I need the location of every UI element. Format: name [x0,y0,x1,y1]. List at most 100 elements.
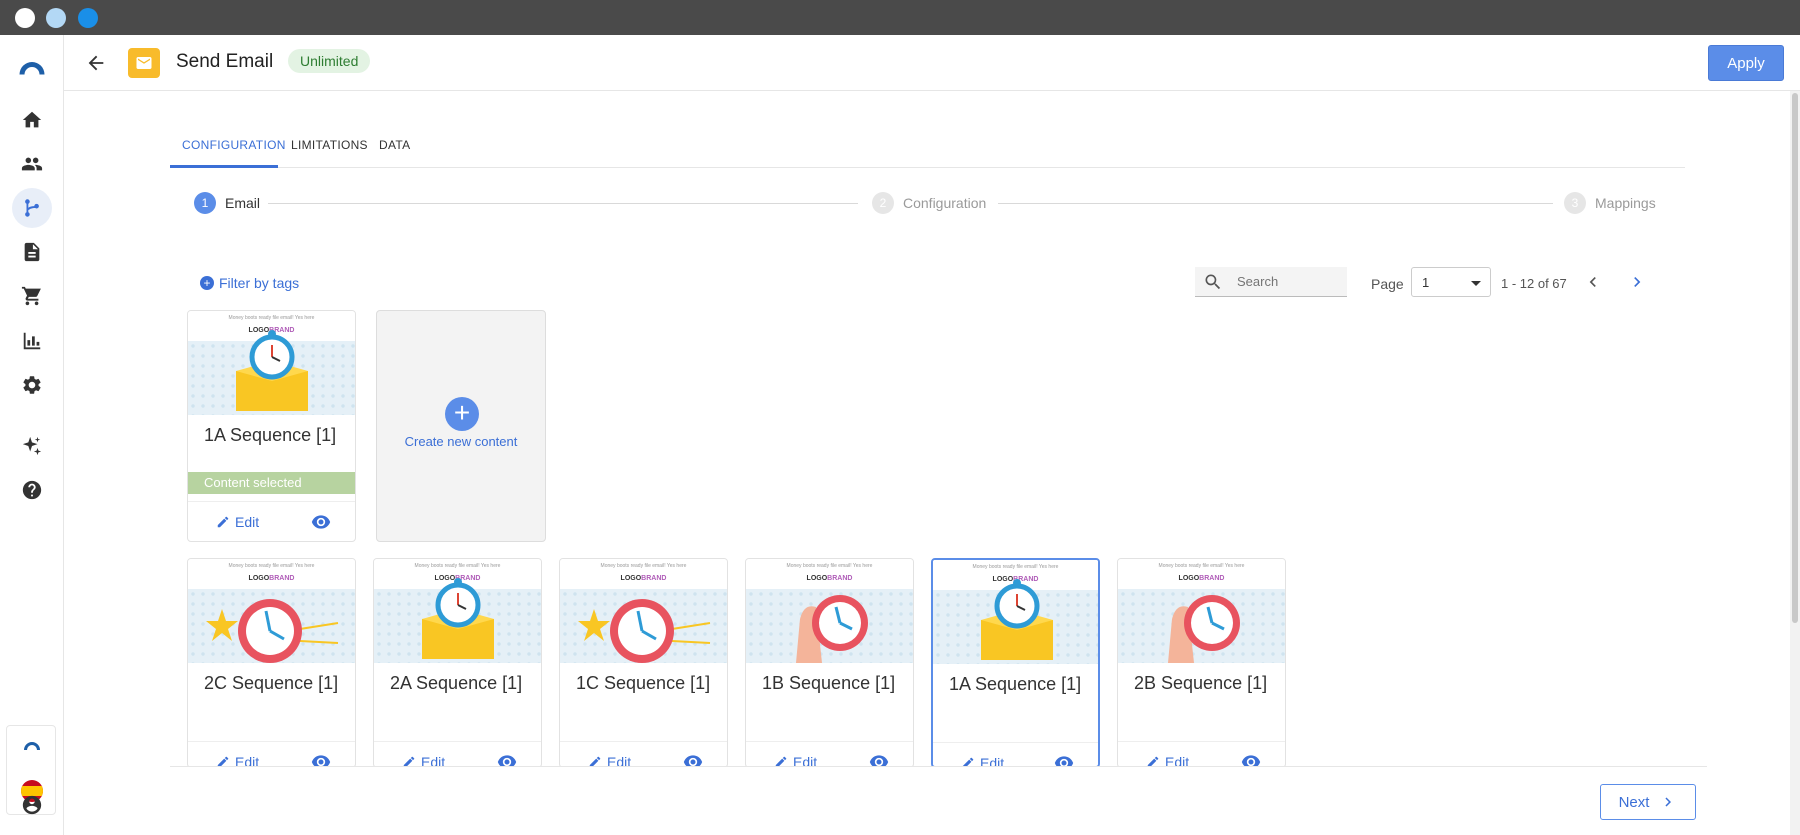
window-titlebar [0,0,1800,35]
apply-button[interactable]: Apply [1708,45,1784,81]
window-close-dot[interactable] [15,8,35,28]
email-thumbnail: Money boots ready file email! Yes here LO… [933,560,1098,664]
vertical-scrollbar[interactable] [1790,91,1800,835]
pencil-icon [217,516,229,528]
clock-box-illustration-icon [374,559,542,663]
step-label: Email [225,195,261,211]
content-card[interactable]: Money boots ready file email! Yes here LO… [559,558,728,768]
content-card[interactable]: Money boots ready file email! Yes here LO… [187,558,356,768]
email-icon [128,48,160,78]
card-actions: Edit [1118,741,1285,767]
status-badge: Unlimited [288,49,371,73]
filter-by-tags-button[interactable]: + Filter by tags [200,275,299,291]
card-title: 1A Sequence [1] [949,674,1082,694]
next-button[interactable]: Next [1600,784,1696,820]
search-icon [1205,274,1221,289]
email-thumbnail: Money boots ready file email! Yes here LO… [1118,559,1285,663]
next-label: Next [1618,793,1650,811]
card-actions: Edit [188,501,355,541]
gear-icon[interactable] [12,365,52,405]
email-thumbnail: Money boots ready file email! Yes here LO… [560,559,727,663]
page-select[interactable]: 1 [1411,267,1491,297]
home-icon[interactable] [12,100,52,140]
preview-eye-icon[interactable] [311,514,331,530]
step-email[interactable]: 1 Email [194,192,260,214]
step-mappings[interactable]: 3 Mappings [1564,192,1656,214]
sidebar [0,35,64,835]
clock-burst-illustration-icon [204,597,340,663]
step-label: Configuration [903,195,987,211]
edit-button[interactable]: Edit [216,514,259,530]
step-connector [998,203,1553,204]
clock-box-illustration-icon [188,311,356,415]
filter-label: Filter by tags [219,275,300,291]
people-icon[interactable] [12,144,52,184]
scrollbar-thumb[interactable] [1792,93,1798,623]
card-actions: Edit [188,741,355,767]
card-title: 2C Sequence [1] [204,673,339,693]
email-thumbnail: Money boots ready file email! Yes here L… [188,311,355,415]
search-box[interactable] [1195,267,1347,297]
content-card-selected[interactable]: Money boots ready file email! Yes here L… [187,310,356,542]
footer-bar [170,766,1707,835]
window-maximize-dot[interactable] [78,8,98,28]
step-connector [268,203,858,204]
step-number: 3 [1564,192,1586,214]
content-selected-bar: Content selected [188,472,355,494]
account-icon[interactable] [12,785,52,825]
window-minimize-dot[interactable] [46,8,66,28]
sparkle-icon[interactable] [12,426,52,466]
step-number: 2 [872,192,894,214]
add-circle-icon: + [200,276,214,290]
email-thumbnail: Money boots ready file email! Yes here LO… [746,559,913,663]
flow-icon[interactable] [12,188,52,228]
card-actions: Edit [374,741,541,767]
step-configuration[interactable]: 2 Configuration [872,192,986,214]
chevron-right-icon [1665,797,1672,807]
top-header: Send Email Unlimited Apply [64,35,1800,91]
card-title: 1B Sequence [1] [762,673,896,693]
email-thumbnail: Money boots ready file email! Yes here LO… [188,559,355,663]
stepper: 1 Email 2 Configuration 3 Mappings [194,192,1656,216]
card-title: 2B Sequence [1] [1134,673,1268,693]
page-select-value: 1 [1422,275,1430,290]
next-page-chevron-icon[interactable] [1627,272,1647,292]
connectif-logo-icon [19,738,45,752]
clock-burst-illustration-icon [576,597,712,663]
active-tab-indicator [170,165,278,168]
add-circle-icon: + [445,397,479,431]
content-card[interactable]: Money boots ready file email! Yes here LO… [1117,558,1286,768]
edit-label: Edit [235,514,260,530]
card-title: 1A Sequence [1] [204,425,337,445]
create-new-content-card[interactable]: + Create new content [376,310,546,542]
content-card[interactable]: Money boots ready file email! Yes here LO… [745,558,914,768]
content-card[interactable]: Money boots ready file email! Yes here LO… [931,558,1100,768]
document-icon[interactable] [12,232,52,272]
step-label: Mappings [1595,195,1656,211]
help-icon[interactable] [12,470,52,510]
card-actions: Edit [933,742,1098,766]
email-thumbnail: Money boots ready file email! Yes here LO… [374,559,541,663]
clock-hand-illustration-icon [1166,593,1242,663]
tab-limitations[interactable]: LIMITATIONS [291,138,368,152]
pagination-range: 1 - 12 of 67 [1501,276,1567,291]
create-new-content-label: Create new content [404,434,518,449]
card-actions: Edit [746,741,913,767]
cart-icon[interactable] [12,276,52,316]
tab-bar: CONFIGURATION LIMITATIONS DATA [170,126,1685,168]
step-number: 1 [194,192,216,214]
card-title: 2A Sequence [1] [390,673,523,693]
card-actions: Edit [560,741,727,767]
search-input[interactable] [1237,274,1337,289]
logo-icon[interactable] [12,47,52,87]
tab-data[interactable]: DATA [379,138,410,152]
content-card[interactable]: Money boots ready file email! Yes here LO… [373,558,542,768]
page-label: Page [1371,276,1404,292]
dropdown-caret-icon [1471,281,1481,286]
back-arrow-icon[interactable] [82,49,110,77]
clock-box-illustration-icon [933,560,1100,664]
prev-page-chevron-icon[interactable] [1583,272,1603,292]
bar-chart-icon[interactable] [12,321,52,361]
clock-hand-illustration-icon [794,593,870,663]
tab-configuration[interactable]: CONFIGURATION [182,138,286,152]
